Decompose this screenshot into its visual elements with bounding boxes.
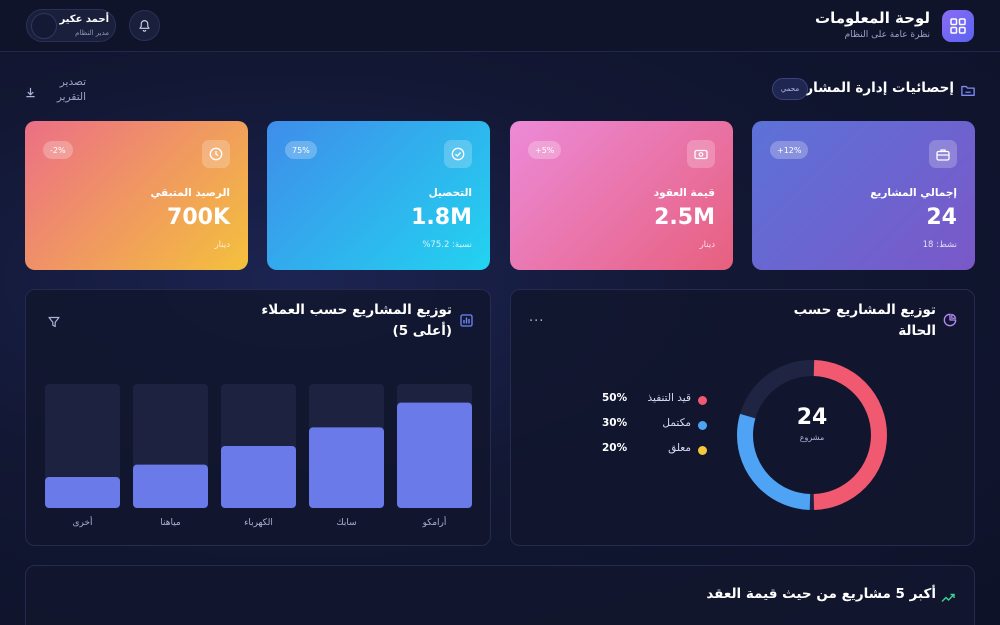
legend-dot xyxy=(698,421,707,430)
card-label: الرصيد المتبقي xyxy=(150,187,230,199)
legend-label: معلق xyxy=(668,442,691,454)
pie-chart-icon xyxy=(943,312,957,331)
bar-category-label: سابك xyxy=(336,518,356,528)
bar[interactable] xyxy=(221,446,296,508)
section-title: إحصائيات إدارة المشاريع xyxy=(791,80,954,96)
card-note: دينار xyxy=(699,240,715,250)
download-icon[interactable] xyxy=(25,83,36,102)
bar[interactable] xyxy=(45,477,120,508)
protected-badge: محمي xyxy=(772,78,808,100)
change-badge: -2% xyxy=(43,141,73,159)
user-role: مدير النظام xyxy=(75,29,109,37)
bar-category-label: الكهرباء xyxy=(244,518,273,528)
card-value: 1.8M xyxy=(411,205,472,230)
change-badge: 75% xyxy=(285,141,317,159)
legend-item: مكتمل 30% xyxy=(602,417,707,433)
card-label: قيمة العقود xyxy=(653,187,715,199)
trending-up-icon xyxy=(941,588,955,607)
bar-category-label: مياهنا xyxy=(160,518,181,528)
card-label: إجمالي المشاريع xyxy=(870,187,957,199)
bar-category-label: أخرى xyxy=(72,516,92,528)
bar[interactable] xyxy=(397,402,472,508)
legend-label: مكتمل xyxy=(662,417,691,429)
clock-icon xyxy=(202,140,230,168)
change-badge: +12% xyxy=(770,141,809,159)
legend-value: 50% xyxy=(602,392,628,404)
page-subtitle: نظرة عامة على النظام xyxy=(844,30,930,40)
card-note: نسبة: 75.2% xyxy=(422,240,472,250)
legend-item: قيد التنفيذ 50% xyxy=(602,392,707,408)
card-note: نشط: 18 xyxy=(922,240,957,250)
avatar xyxy=(31,13,57,39)
legend-value: 20% xyxy=(602,442,628,454)
stat-card-collection[interactable]: 75% التحصيل 1.8M نسبة: 75.2% xyxy=(267,121,490,270)
money-icon xyxy=(687,140,715,168)
legend-value: 30% xyxy=(602,417,628,429)
card-value: 2.5M xyxy=(654,205,715,230)
panel-title: أكبر 5 مشاريع من حيث قيمة العقد xyxy=(706,586,936,602)
export-report-button[interactable]: تصدير التقرير xyxy=(52,75,86,105)
legend-label: قيد التنفيذ xyxy=(647,392,691,404)
bar-chart: أرامكو سابك الكهرباء مياهنا أخرى xyxy=(45,384,472,528)
stat-card-remaining-balance[interactable]: -2% الرصيد المتبقي 700K دينار xyxy=(25,121,248,270)
clients-distribution-panel: توزيع المشاريع حسب العملاء (أعلى 5) أرام… xyxy=(25,289,491,546)
card-value: 24 xyxy=(926,205,957,230)
card-note: دينار xyxy=(214,240,230,250)
bar[interactable] xyxy=(309,427,384,508)
folder-icon xyxy=(961,82,975,101)
donut-center-value: 24 xyxy=(796,405,828,430)
bar[interactable] xyxy=(133,464,208,508)
more-menu-icon[interactable]: ... xyxy=(529,310,544,325)
stat-card-total-projects[interactable]: +12% إجمالي المشاريع 24 نشط: 18 xyxy=(752,121,975,270)
status-distribution-panel: توزيع المشاريع حسب الحالة ... قيد التنفي… xyxy=(510,289,975,546)
grid-icon[interactable] xyxy=(942,10,974,42)
top-bar: لوحة المعلومات نظرة عامة على النظام أحمد… xyxy=(0,0,1000,52)
check-circle-icon xyxy=(444,140,472,168)
legend-item: معلق 20% xyxy=(602,442,707,458)
donut-center-caption: مشروع xyxy=(799,433,825,442)
user-name: أحمد عكير xyxy=(59,14,109,25)
page-title: لوحة المعلومات xyxy=(815,9,930,27)
top-projects-panel: أكبر 5 مشاريع من حيث قيمة العقد xyxy=(25,565,975,625)
briefcase-icon xyxy=(929,140,957,168)
card-label: التحصيل xyxy=(428,187,472,199)
legend-dot xyxy=(698,446,707,455)
panel-title: توزيع المشاريع حسب الحالة xyxy=(793,302,936,339)
user-menu[interactable]: أحمد عكير مدير النظام xyxy=(26,9,116,42)
stat-card-contract-value[interactable]: +5% قيمة العقود 2.5M دينار xyxy=(510,121,733,270)
legend-dot xyxy=(698,396,707,405)
bell-icon[interactable] xyxy=(129,10,160,41)
bar-category-label: أرامكو xyxy=(422,516,447,528)
change-badge: +5% xyxy=(528,141,562,159)
card-value: 700K xyxy=(167,205,230,230)
